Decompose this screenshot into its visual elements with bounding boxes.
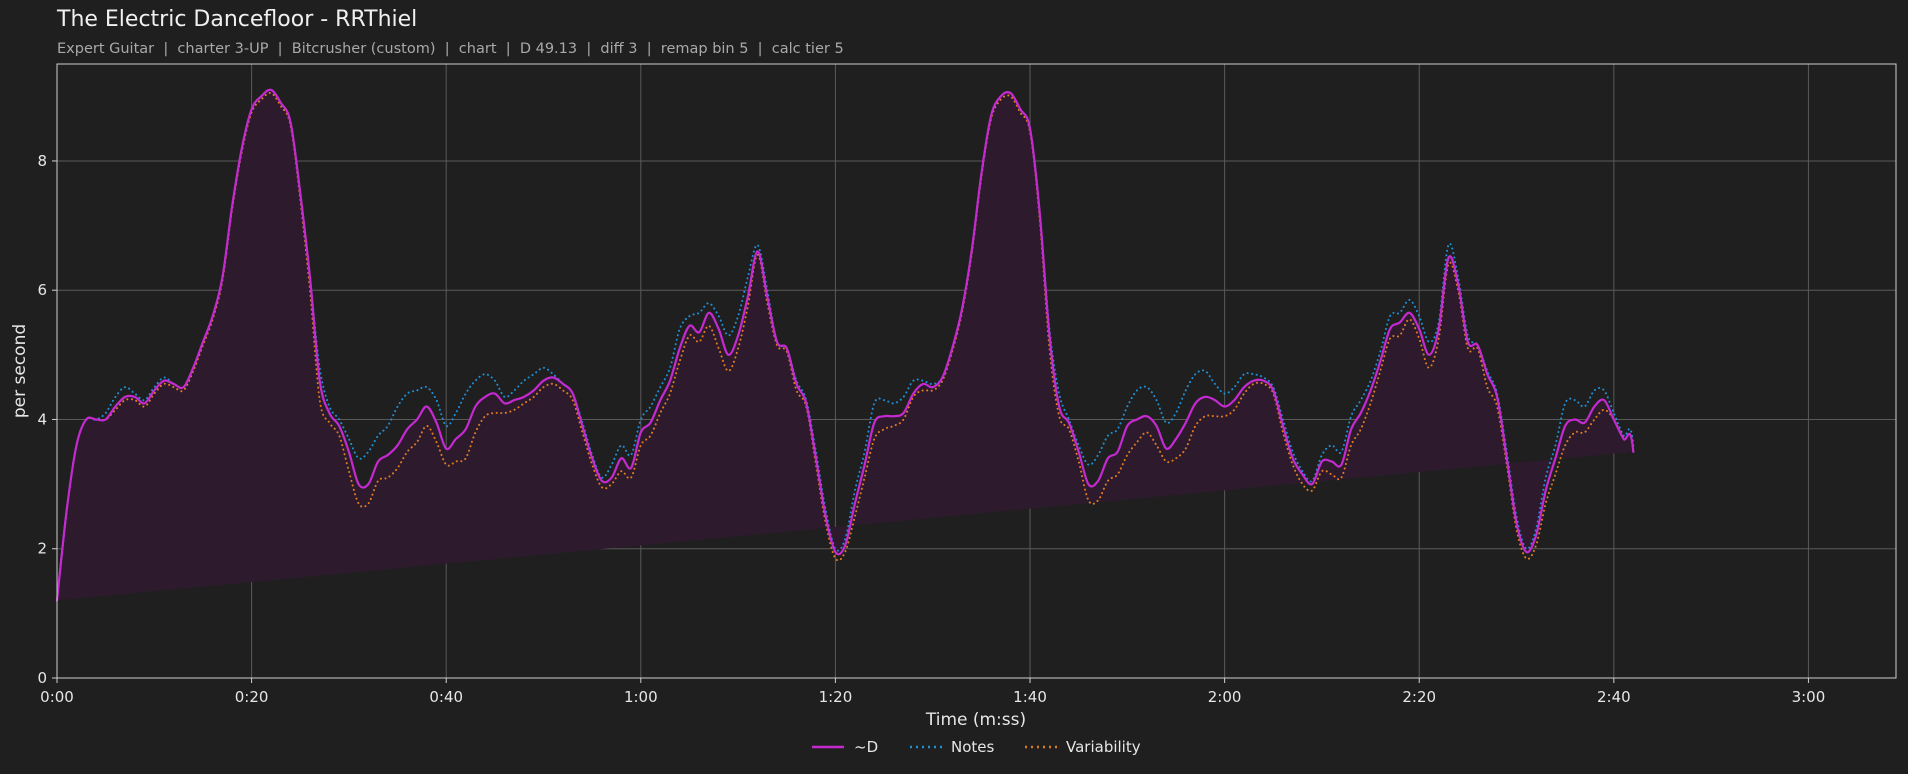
y-tick-label: 4 (37, 410, 47, 428)
legend-label-d: ~D (854, 738, 878, 756)
legend-label-notes: Notes (951, 738, 995, 756)
x-tick-label: 1:20 (819, 688, 853, 706)
x-tick-label: 2:20 (1402, 688, 1436, 706)
y-tick-label: 6 (37, 281, 47, 299)
chart: 0:00 0:20 0:40 1:00 1:20 1:40 2:00 2:20 2:40 3:00… (10, 63, 1897, 756)
legend-label-variability: Variability (1066, 738, 1141, 756)
y-tick-label: 2 (37, 540, 47, 558)
y-tick-label: 8 (37, 152, 47, 170)
x-tick-label: 0:20 (235, 688, 269, 706)
y-axis: 0 2 4 6 8 (37, 152, 57, 687)
x-tick-label: 1:40 (1013, 688, 1047, 706)
x-tick-label: 3:00 (1792, 688, 1826, 706)
x-tick-label: 0:40 (429, 688, 463, 706)
x-axis-label: Time (m:ss) (925, 710, 1026, 730)
x-axis: 0:00 0:20 0:40 1:00 1:20 1:40 2:00 2:20 2:40 3:00 (40, 678, 1825, 706)
x-tick-label: 2:00 (1208, 688, 1242, 706)
d-area-fill (57, 89, 1634, 601)
x-tick-label: 1:00 (624, 688, 658, 706)
y-axis-label: per second (10, 324, 30, 418)
area-fill (57, 89, 1634, 601)
x-tick-label: 0:00 (40, 688, 74, 706)
legend: ~D Notes Variability (812, 738, 1141, 756)
x-tick-label: 2:40 (1597, 688, 1631, 706)
y-tick-label: 0 (37, 669, 47, 687)
